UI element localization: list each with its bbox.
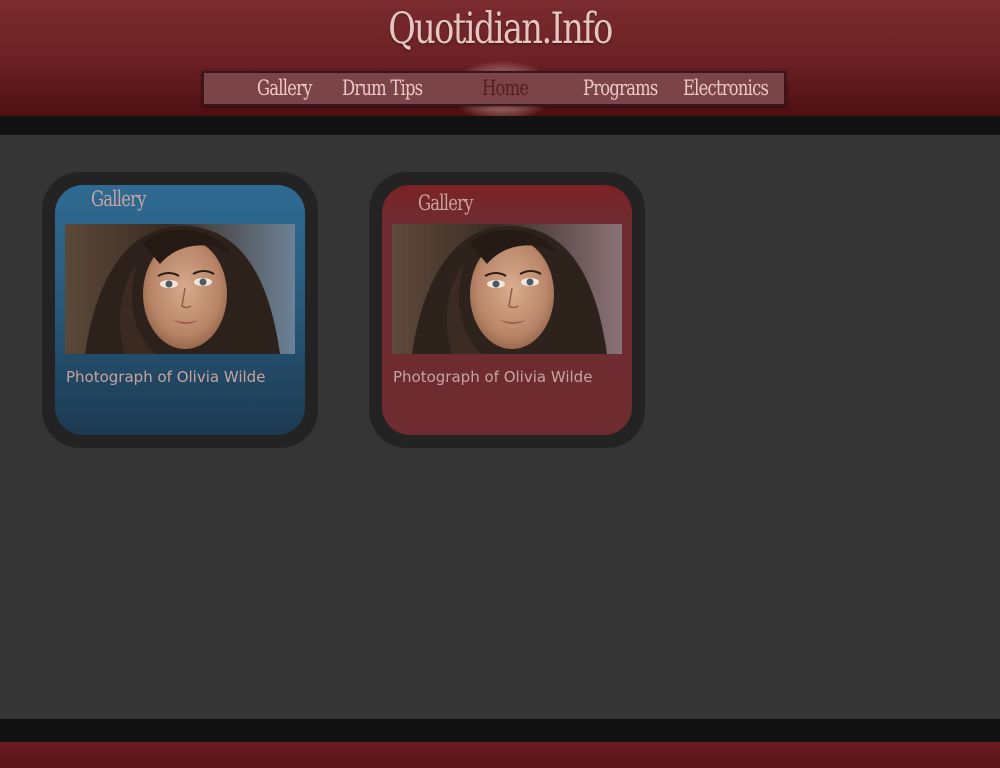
footer-band: [0, 719, 1000, 742]
site-title[interactable]: Quotidian.Info: [110, 4, 890, 54]
header-band: [0, 116, 1000, 135]
gallery-card-panel: Gallery Photograph of Olivia Wilde: [55, 185, 305, 435]
portrait-image: [392, 224, 622, 354]
gallery-card-photo[interactable]: [65, 224, 295, 354]
site-header: Quotidian.Info Gallery Drum Tips Home Pr…: [0, 0, 1000, 122]
gallery-card-caption[interactable]: Photograph of Olivia Wilde: [66, 368, 265, 386]
gallery-card[interactable]: Gallery Photograph of Olivia Wilde: [42, 172, 318, 448]
nav-item-electronics[interactable]: Electronics: [683, 73, 792, 104]
gallery-card[interactable]: Gallery Photograph of Olivia Wilde: [369, 172, 645, 448]
site-footer: [0, 742, 1000, 768]
nav-item-drum-tips[interactable]: Drum Tips: [342, 73, 445, 104]
nav-item-programs[interactable]: Programs: [583, 73, 679, 104]
gallery-card-panel: Gallery Photograph of Olivia Wilde: [382, 185, 632, 435]
gallery-card-title[interactable]: Gallery: [91, 187, 161, 211]
gallery-card-title[interactable]: Gallery: [418, 191, 488, 215]
nav-item-gallery[interactable]: Gallery: [257, 73, 327, 104]
portrait-image: [65, 224, 295, 354]
gallery-card-photo[interactable]: [392, 224, 622, 354]
nav-item-home[interactable]: Home: [482, 73, 541, 104]
gallery-card-caption[interactable]: Photograph of Olivia Wilde: [393, 368, 592, 386]
main-nav: Gallery Drum Tips Home Programs Electron…: [202, 71, 786, 106]
